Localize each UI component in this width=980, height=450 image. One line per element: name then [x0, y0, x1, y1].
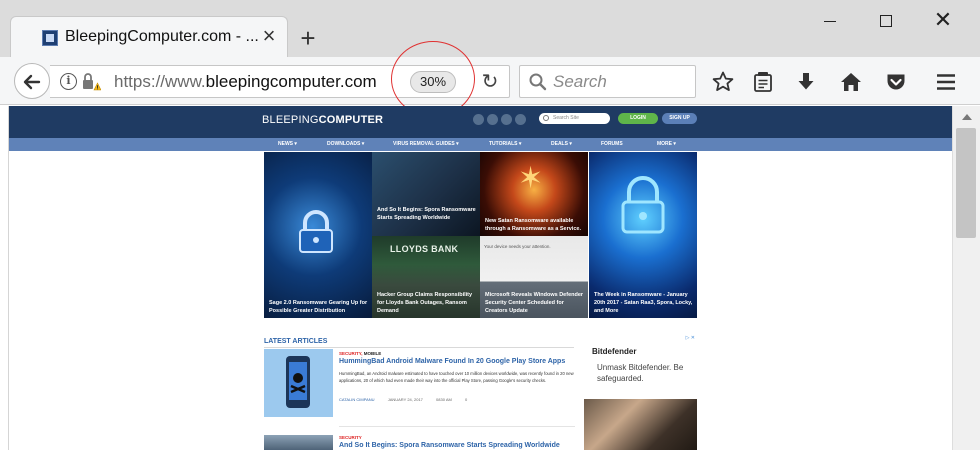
- ad-text: Unmask Bitdefender. Be safeguarded.: [597, 363, 684, 383]
- login-button[interactable]: LOGIN: [618, 113, 658, 124]
- hero-caption: The Week in Ransomware - January 20th 20…: [594, 292, 693, 314]
- browser-tab[interactable]: BleepingComputer.com - ... ×: [10, 16, 288, 57]
- back-button[interactable]: [14, 63, 50, 99]
- url-domain: bleepingcomputer.com: [205, 72, 377, 91]
- search-placeholder: Search: [553, 72, 607, 91]
- article-date: JANUARY 24, 2017: [387, 397, 423, 402]
- phone-skull-icon: [286, 356, 310, 408]
- navigation-toolbar: i https://www.bleepingcomputer.com 30% ↻…: [0, 57, 980, 105]
- article-title[interactable]: HummingBad Android Malware Found In 20 G…: [339, 358, 565, 365]
- bank-sign: LLOYDS BANK: [390, 244, 459, 254]
- hero-story-spora[interactable]: And So It Begins: Spora Ransomware Start…: [372, 152, 480, 236]
- minimize-button[interactable]: [810, 8, 850, 32]
- hero-story-windows-defender[interactable]: Your device needs your attention. Micros…: [480, 236, 588, 318]
- hero-caption: New Satan Ransomware available through a…: [485, 218, 581, 232]
- nav-tutorials[interactable]: TUTORIALS ▾: [489, 140, 521, 149]
- glowing-padlock-image-icon: [621, 176, 665, 234]
- nav-deals[interactable]: DEALS ▾: [551, 140, 572, 149]
- hero-story-satan[interactable]: ✶ New Satan Ransomware available through…: [480, 152, 588, 236]
- hero-caption: Microsoft Reveals Windows Defender Secur…: [485, 292, 584, 314]
- youtube-icon[interactable]: [515, 114, 526, 125]
- bookmark-star-icon[interactable]: [711, 70, 735, 94]
- minimize-icon: [824, 20, 836, 22]
- site-header: BLEEPINGCOMPUTER Search Site LOGIN SIGN …: [9, 106, 952, 138]
- hamburger-menu-icon[interactable]: [934, 70, 958, 94]
- tag-security[interactable]: SECURITY,: [339, 351, 363, 356]
- site-search-icon: [543, 115, 549, 121]
- advertisement[interactable]: ▷ ✕ Bitdefender Unmask Bitdefender. Be s…: [584, 333, 697, 450]
- nav-virus-removal[interactable]: VIRUS REMOVAL GUIDES ▾: [393, 140, 459, 149]
- tab-title: BleepingComputer.com - ...: [65, 28, 259, 45]
- twitter-icon[interactable]: [487, 114, 498, 125]
- facebook-icon[interactable]: [473, 114, 484, 125]
- tag-mobile[interactable]: MOBILE: [363, 351, 382, 356]
- nav-news[interactable]: NEWS ▾: [278, 140, 297, 149]
- article-thumbnail[interactable]: [264, 349, 333, 417]
- article-comments[interactable]: 0: [465, 397, 467, 402]
- article-title[interactable]: And So It Begins: Spora Ransomware Start…: [339, 442, 560, 449]
- signup-button[interactable]: SIGN UP: [662, 113, 697, 124]
- nav-forums[interactable]: FORUMS: [601, 140, 623, 149]
- hero-story-week-in-ransomware[interactable]: The Week in Ransomware - January 20th 20…: [589, 152, 697, 318]
- url-prefix: https://www.: [114, 72, 206, 91]
- latest-articles-heading: LATEST ARTICLES: [264, 338, 328, 345]
- title-bar: BleepingComputer.com - ... × + ✕: [0, 0, 980, 57]
- site-logo[interactable]: BLEEPINGCOMPUTER: [262, 114, 383, 126]
- nav-downloads[interactable]: DOWNLOADS ▾: [327, 140, 364, 149]
- url-text[interactable]: https://www.bleepingcomputer.com: [114, 72, 377, 92]
- ad-brand: Bitdefender: [592, 347, 637, 356]
- ad-choices-icon[interactable]: ▷ ✕: [686, 335, 695, 341]
- search-icon: [529, 73, 547, 91]
- site-search-input[interactable]: Search Site: [539, 113, 610, 124]
- reload-button[interactable]: ↻: [478, 70, 502, 94]
- page-viewport: BLEEPINGCOMPUTER Search Site LOGIN SIGN …: [8, 106, 952, 450]
- new-tab-button[interactable]: +: [296, 25, 320, 51]
- pentagram-image-icon: ✶: [518, 162, 544, 195]
- back-arrow-icon: [23, 74, 41, 90]
- ad-photo: [584, 399, 697, 450]
- hero-story-lloyds[interactable]: LLOYDS BANK Hacker Group Claims Responsi…: [372, 236, 480, 318]
- nav-more[interactable]: MORE ▾: [657, 140, 676, 149]
- site-favicon-icon: [42, 30, 58, 46]
- site-search-placeholder: Search Site: [553, 115, 579, 121]
- article-tags: SECURITY, MOBILE: [339, 351, 381, 356]
- article-time: 0830 AM: [436, 397, 452, 402]
- google-plus-icon[interactable]: [501, 114, 512, 125]
- reading-list-icon[interactable]: [751, 70, 775, 94]
- maximize-button[interactable]: [866, 8, 906, 32]
- scroll-up-icon[interactable]: [962, 114, 972, 120]
- search-bar[interactable]: Search: [519, 65, 696, 98]
- logo-bold-text: COMPUTER: [318, 114, 384, 126]
- scrollbar-thumb[interactable]: [956, 128, 976, 238]
- pocket-icon[interactable]: [884, 70, 908, 94]
- hero-screenshot-note: Your device needs your attention.: [484, 244, 551, 249]
- hero-story-sage[interactable]: Sage 2.0 Ransomware Gearing Up for Possi…: [264, 152, 372, 318]
- article-meta: CATALIN CIMPANU JANUARY 24, 2017 0830 AM…: [339, 397, 479, 402]
- logo-light-text: BLEEPING: [262, 114, 319, 126]
- article-excerpt: HummingBad, an Android malware estimated…: [339, 371, 574, 383]
- article-author[interactable]: CATALIN CIMPANU: [339, 397, 375, 402]
- hero-caption: Sage 2.0 Ransomware Gearing Up for Possi…: [269, 300, 368, 314]
- close-window-button[interactable]: ✕: [923, 8, 963, 32]
- home-icon[interactable]: [839, 70, 863, 94]
- tab-close-icon[interactable]: ×: [258, 25, 280, 47]
- divider: [264, 347, 574, 348]
- padlock-image-icon: [299, 210, 333, 253]
- site-info-icon[interactable]: i: [60, 73, 77, 90]
- divider: [339, 426, 575, 427]
- hero-caption: Hacker Group Claims Responsibility for L…: [377, 292, 473, 314]
- insecure-lock-icon[interactable]: [81, 72, 101, 92]
- article-tag[interactable]: SECURITY: [339, 435, 362, 440]
- download-icon[interactable]: [794, 70, 818, 94]
- maximize-icon: [880, 15, 892, 28]
- article-thumbnail[interactable]: [264, 435, 333, 450]
- vertical-scrollbar[interactable]: [952, 106, 980, 450]
- hero-caption: And So It Begins: Spora Ransomware Start…: [377, 207, 476, 221]
- site-nav-bar: NEWS ▾ DOWNLOADS ▾ VIRUS REMOVAL GUIDES …: [9, 138, 952, 151]
